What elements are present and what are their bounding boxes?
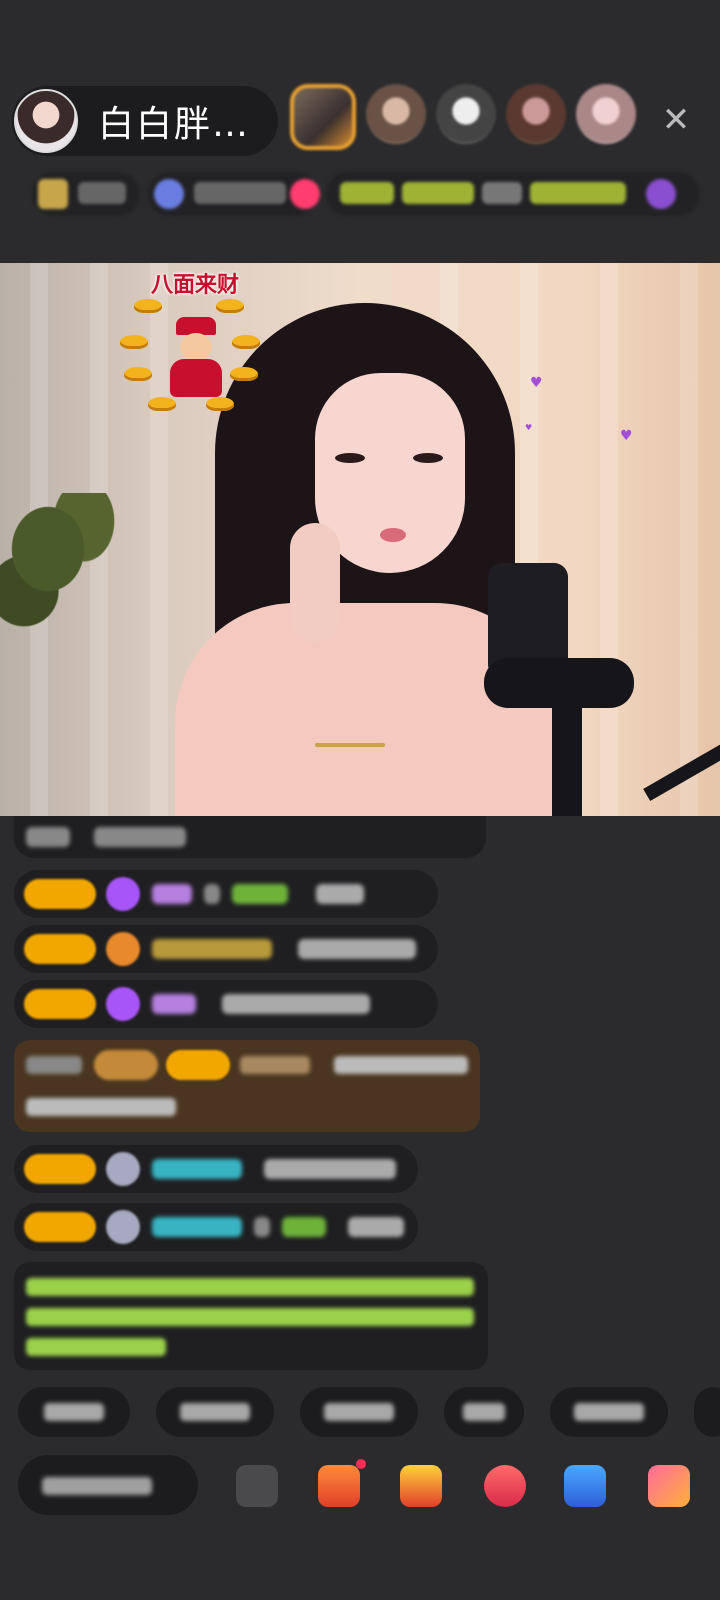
- viewer-avatar[interactable]: [366, 84, 426, 144]
- quick-reply-chip[interactable]: [18, 1387, 130, 1437]
- level-badge: [24, 1212, 96, 1242]
- notification-dot: [356, 1459, 366, 1469]
- chat-message: [14, 980, 438, 1028]
- bottom-bar: [0, 1455, 720, 1535]
- quick-reply-chip[interactable]: [444, 1387, 524, 1437]
- task-icon[interactable]: [318, 1465, 360, 1507]
- heart-icon: ♥: [620, 428, 633, 444]
- chat-input[interactable]: [18, 1455, 198, 1515]
- lucky-bag-icon[interactable]: [484, 1465, 526, 1507]
- live-video[interactable]: ♥ ♥ ♥ 八面来财: [0, 263, 720, 816]
- viewer-avatar[interactable]: [576, 84, 636, 144]
- host-info-pill[interactable]: 白白胖…: [12, 86, 278, 156]
- ghost-icon: [106, 1152, 140, 1186]
- quick-reply-chip[interactable]: [300, 1387, 418, 1437]
- mic-mount: [484, 658, 634, 708]
- level-badge: [24, 1154, 96, 1184]
- ghost-icon: [106, 1210, 140, 1244]
- task-chip[interactable]: [326, 172, 700, 216]
- level-badge: [24, 934, 96, 964]
- level-badge: [24, 989, 96, 1019]
- heart-icon: ♥: [525, 423, 533, 432]
- viewer-avatar[interactable]: [436, 84, 496, 144]
- host-name: 白白胖…: [98, 104, 251, 145]
- chat-message: [14, 1203, 418, 1251]
- quick-reply-row: [18, 1387, 720, 1437]
- system-notice: [14, 1262, 488, 1370]
- close-icon[interactable]: ✕: [660, 103, 692, 137]
- viewer-avatar[interactable]: [506, 84, 566, 144]
- fans-chip[interactable]: [148, 172, 320, 216]
- viewer-avatar[interactable]: [290, 84, 356, 150]
- more-icon[interactable]: [236, 1465, 278, 1507]
- quick-reply-chip[interactable]: [550, 1387, 668, 1437]
- quick-reply-chip[interactable]: [156, 1387, 274, 1437]
- gem-icon: [106, 987, 140, 1021]
- gem-icon: [106, 877, 140, 911]
- highlight-message: [14, 1040, 480, 1132]
- fortune-sticker: 八面来财: [120, 267, 270, 417]
- top-viewers-list: [290, 84, 636, 150]
- heart-icon: ♥: [530, 375, 543, 391]
- game-icon[interactable]: [564, 1465, 606, 1507]
- mic-stand: [552, 703, 582, 816]
- chat-message: [14, 1145, 418, 1193]
- package-icon[interactable]: [648, 1465, 690, 1507]
- rank-chip[interactable]: [32, 172, 140, 216]
- host-avatar[interactable]: [14, 89, 78, 153]
- quick-reply-chip[interactable]: [694, 1387, 720, 1437]
- gift-icon[interactable]: [400, 1465, 442, 1507]
- plant-decoration: [0, 493, 120, 633]
- room-info-row: [20, 172, 700, 216]
- chat-message: [14, 816, 486, 858]
- chat-message: [14, 870, 438, 918]
- fortune-god-icon: [170, 317, 222, 397]
- chat-message: [14, 925, 438, 973]
- flame-icon: [106, 932, 140, 966]
- sticker-title: 八面来财: [150, 273, 239, 298]
- level-badge: [24, 879, 96, 909]
- microphone: [488, 563, 568, 673]
